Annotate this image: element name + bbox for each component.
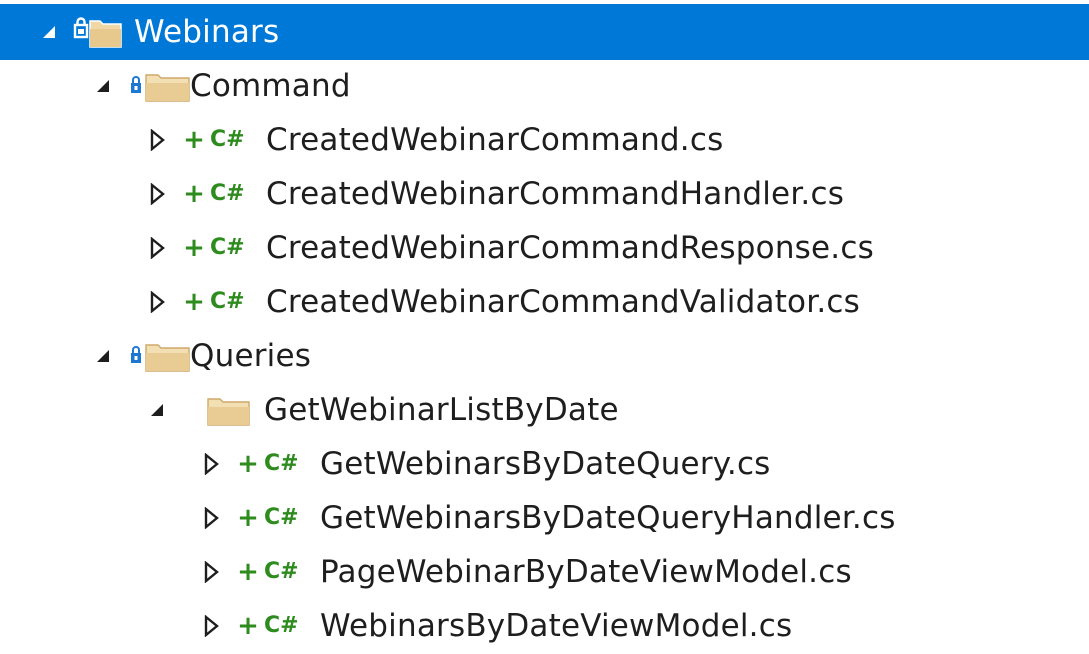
expand-arrow-icon[interactable] [146, 129, 168, 151]
tree-item-file[interactable]: + C# WebinarsByDateViewModel.cs [0, 599, 1089, 653]
expand-arrow-icon[interactable] [146, 291, 168, 313]
tree-item-label: PageWebinarByDateViewModel.cs [320, 554, 852, 590]
csharp-file-icon: C# [264, 505, 299, 530]
locked-folder-icon [72, 15, 124, 49]
expand-arrow-icon[interactable] [200, 615, 222, 637]
tree-item-file[interactable]: + C# GetWebinarsByDateQueryHandler.cs [0, 491, 1089, 545]
pending-add-icon: + [237, 557, 259, 587]
tree-item-label: CreatedWebinarCommandResponse.cs [266, 230, 874, 266]
tree-item-file[interactable]: + C# CreatedWebinarCommandValidator.cs [0, 275, 1089, 329]
tree-item-file[interactable]: + C# CreatedWebinarCommandHandler.cs [0, 167, 1089, 221]
pending-add-icon: + [183, 287, 205, 317]
pending-add-icon: + [237, 611, 259, 641]
collapse-arrow-icon[interactable] [146, 399, 168, 421]
solution-explorer-tree: Webinars Command + C# CreatedWebinarComm… [0, 0, 1089, 654]
tree-item-webinars[interactable]: Webinars [0, 4, 1089, 60]
tree-item-command[interactable]: Command [0, 59, 1089, 113]
collapse-arrow-icon[interactable] [38, 21, 60, 43]
expand-arrow-icon[interactable] [200, 561, 222, 583]
locked-folder-icon [128, 69, 190, 103]
tree-item-file[interactable]: + C# CreatedWebinarCommand.cs [0, 113, 1089, 167]
pending-add-icon: + [237, 449, 259, 479]
tree-item-file[interactable]: + C# PageWebinarByDateViewModel.cs [0, 545, 1089, 599]
tree-item-file[interactable]: + C# CreatedWebinarCommandResponse.cs [0, 221, 1089, 275]
tree-item-label: Queries [190, 338, 312, 374]
expand-arrow-icon[interactable] [146, 183, 168, 205]
csharp-file-icon: C# [210, 127, 245, 152]
tree-item-label: GetWebinarsByDateQueryHandler.cs [320, 500, 896, 536]
collapse-arrow-icon[interactable] [92, 75, 114, 97]
collapse-arrow-icon[interactable] [92, 345, 114, 367]
csharp-file-icon: C# [210, 235, 245, 260]
tree-item-label: GetWebinarsByDateQuery.cs [320, 446, 771, 482]
tree-item-label: Webinars [134, 14, 280, 50]
tree-item-queries[interactable]: Queries [0, 329, 1089, 383]
expand-arrow-icon[interactable] [200, 507, 222, 529]
tree-item-label: Command [190, 68, 351, 104]
tree-item-label: GetWebinarListByDate [264, 392, 619, 428]
pending-add-icon: + [237, 503, 259, 533]
csharp-file-icon: C# [264, 613, 299, 638]
csharp-file-icon: C# [264, 559, 299, 584]
tree-item-label: CreatedWebinarCommandHandler.cs [266, 176, 845, 212]
tree-item-getwebinarlistbydate[interactable]: GetWebinarListByDate [0, 383, 1089, 437]
folder-icon [204, 393, 252, 427]
locked-folder-icon [128, 339, 190, 373]
tree-item-file[interactable]: + C# GetWebinarsByDateQuery.cs [0, 437, 1089, 491]
tree-item-label: WebinarsByDateViewModel.cs [320, 608, 793, 644]
pending-add-icon: + [183, 179, 205, 209]
expand-arrow-icon[interactable] [146, 237, 168, 259]
csharp-file-icon: C# [210, 289, 245, 314]
csharp-file-icon: C# [264, 451, 299, 476]
csharp-file-icon: C# [210, 181, 245, 206]
tree-item-label: CreatedWebinarCommand.cs [266, 122, 724, 158]
pending-add-icon: + [183, 125, 205, 155]
expand-arrow-icon[interactable] [200, 453, 222, 475]
pending-add-icon: + [183, 233, 205, 263]
tree-item-label: CreatedWebinarCommandValidator.cs [266, 284, 860, 320]
